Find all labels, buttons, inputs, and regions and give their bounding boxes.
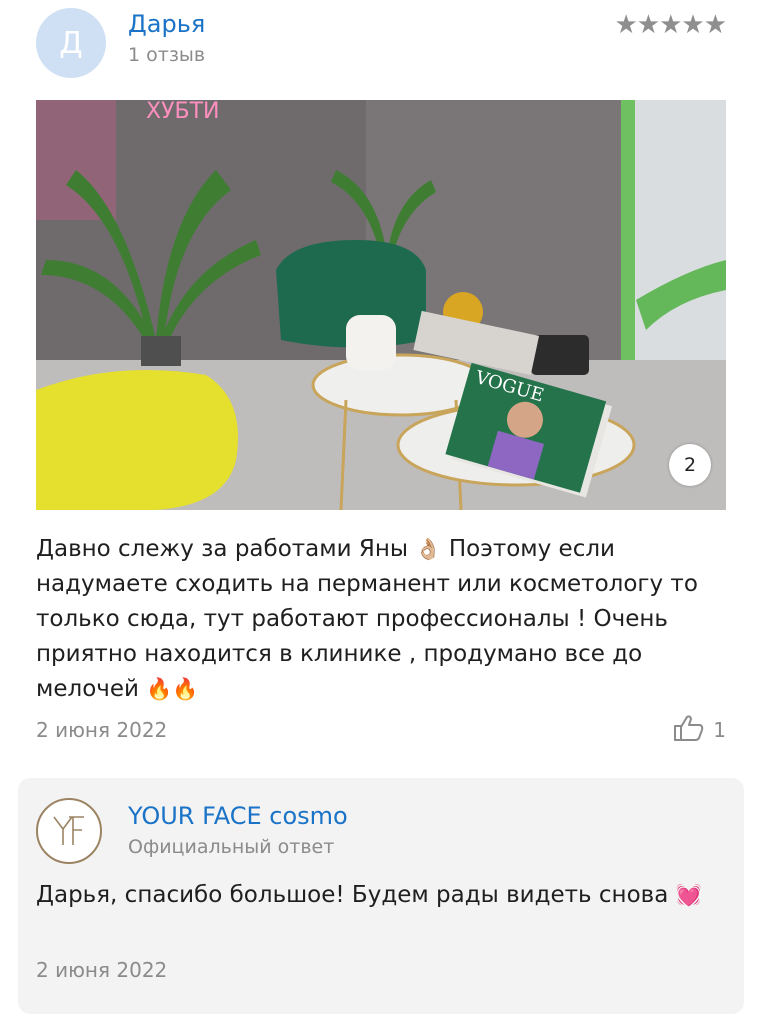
avatar-initial: Д [59,25,83,61]
review-text: Давно слежу за работами Яны 👌🏼 Поэтому е… [36,532,736,707]
reply-text-main: Дарья, спасибо большое! Будем рады видет… [36,882,669,908]
heart-emoji: 💓 [675,883,702,907]
reply-text: Дарья, спасибо большое! Будем рады видет… [36,878,726,912]
like-button[interactable]: 1 [673,714,726,746]
review-date: 2 июня 2022 [36,718,168,742]
company-name[interactable]: YOUR FACE cosmo [128,802,348,830]
ok-hand-emoji: 👌🏼 [415,537,442,561]
fire-emoji: 🔥🔥 [146,677,199,701]
thumbs-up-icon [673,714,705,746]
review-text-main: Давно слежу за работами Яны [36,536,409,562]
salon-interior-image: ХУБТИ VOGUE [36,100,726,510]
yf-logo-icon [53,816,84,845]
official-reply-label: Официальный ответ [128,836,335,858]
company-logo[interactable] [36,798,102,864]
avatar[interactable]: Д [36,8,106,78]
official-reply-card: YOUR FACE cosmo Официальный ответ Дарья,… [18,778,744,1014]
review-photo[interactable]: ХУБТИ VOGUE 2 [36,100,726,510]
like-count: 1 [713,718,726,742]
photo-count-badge[interactable]: 2 [669,444,711,486]
author-name[interactable]: Дарья [128,10,205,38]
reply-date: 2 июня 2022 [36,958,168,982]
rating-stars: ★★★★★ [614,10,727,40]
review-count: 1 отзыв [128,44,206,66]
svg-text:ХУБТИ: ХУБТИ [146,100,219,124]
